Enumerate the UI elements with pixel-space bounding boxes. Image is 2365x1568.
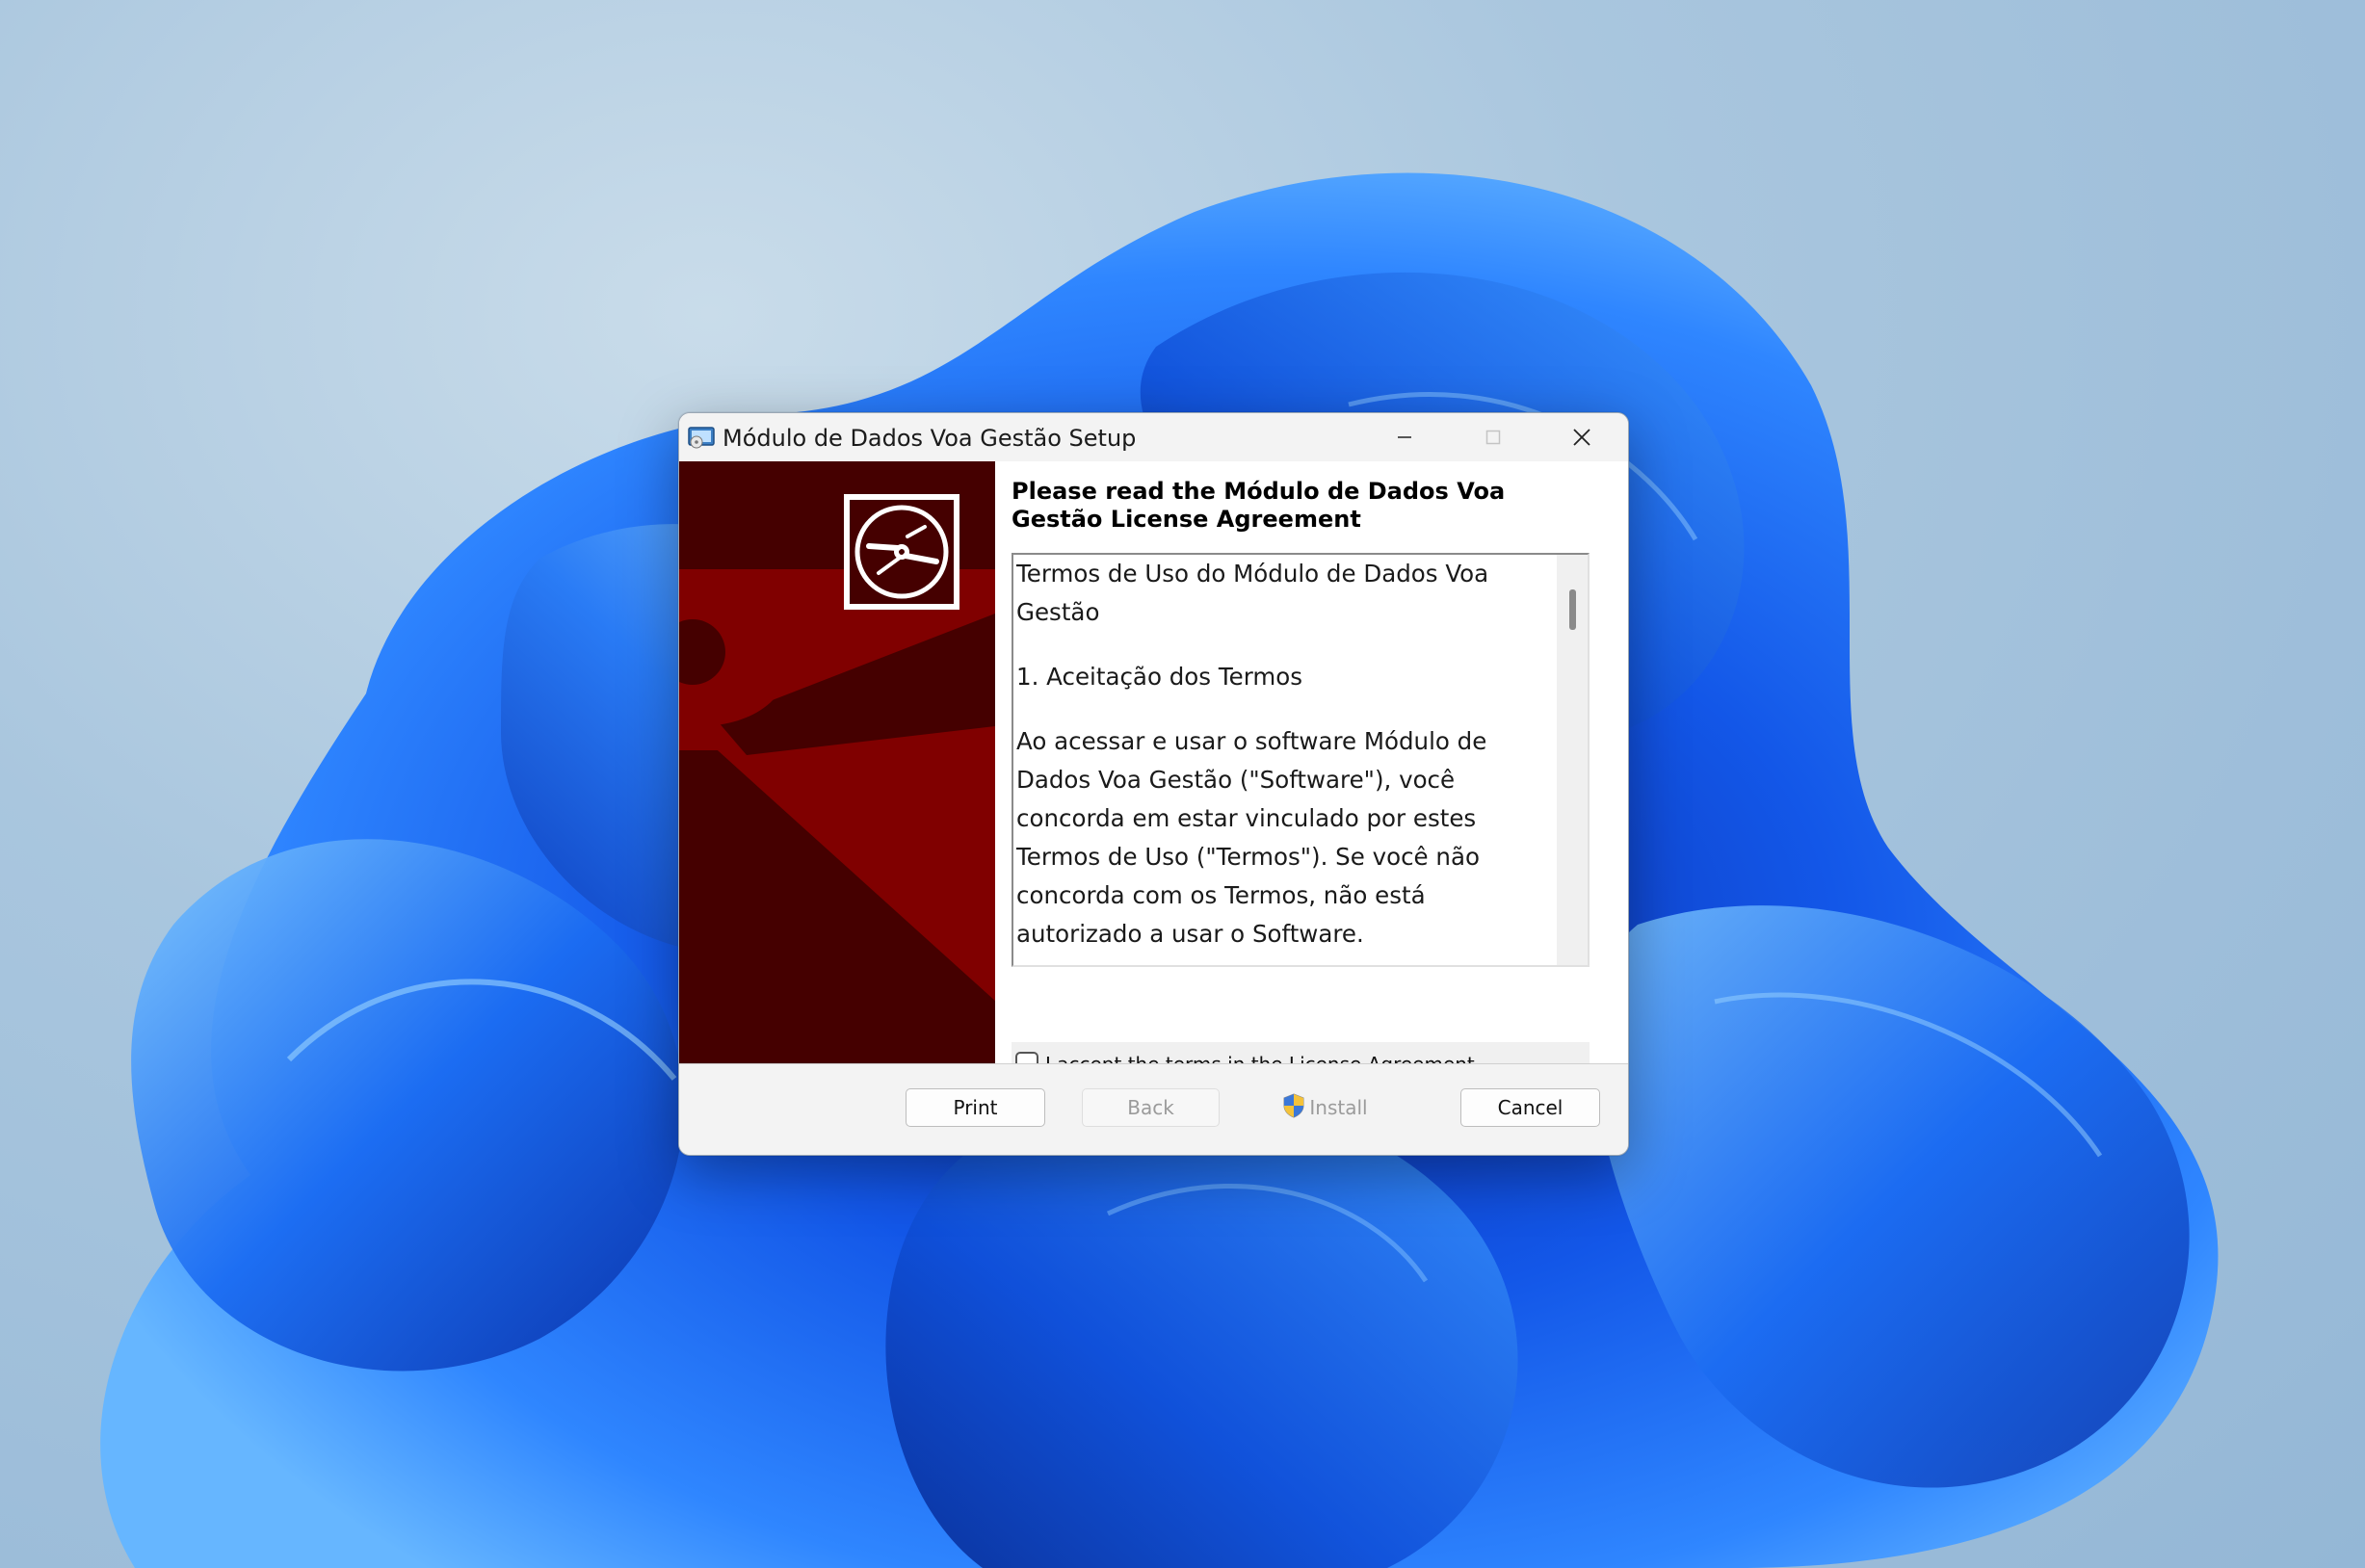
- minimize-icon: [1398, 436, 1411, 438]
- page-heading: Please read the Módulo de Dados Voa Gest…: [1012, 478, 1506, 533]
- setup-banner: [679, 461, 995, 1063]
- scrollbar-thumb[interactable]: [1569, 589, 1576, 630]
- setup-window: Módulo de Dados Voa Gestão Setup Please …: [678, 412, 1629, 1156]
- print-button[interactable]: Print: [906, 1088, 1045, 1127]
- license-paragraph: Ao acessar e usar o software Módulo de D…: [1016, 727, 1487, 948]
- title-bar[interactable]: Módulo de Dados Voa Gestão Setup: [679, 413, 1628, 461]
- license-paragraph: 1. Aceitação dos Termos: [1016, 663, 1302, 691]
- cancel-button[interactable]: Cancel: [1460, 1088, 1600, 1127]
- uac-shield-icon: [1282, 1092, 1305, 1123]
- print-button-label: Print: [953, 1096, 998, 1119]
- window-title: Módulo de Dados Voa Gestão Setup: [723, 425, 1137, 452]
- maximize-button: [1449, 413, 1537, 461]
- cancel-button-label: Cancel: [1497, 1096, 1564, 1119]
- install-button-label: Install: [1309, 1096, 1368, 1119]
- installer-icon: [687, 425, 716, 450]
- vertical-scrollbar[interactable]: [1557, 555, 1588, 965]
- back-button[interactable]: Back: [1082, 1088, 1220, 1127]
- maximize-icon: [1485, 430, 1501, 445]
- button-bar: Print Back Install Cancel: [679, 1064, 1628, 1155]
- dialog-body: Please read the Módulo de Dados Voa Gest…: [679, 461, 1628, 1088]
- disc-icon: [844, 494, 959, 610]
- license-paragraph: Termos de Uso do Módulo de Dados Voa Ges…: [1016, 560, 1489, 626]
- close-button[interactable]: [1537, 413, 1626, 461]
- minimize-button[interactable]: [1360, 413, 1449, 461]
- back-button-label: Back: [1127, 1096, 1174, 1119]
- license-text-box[interactable]: Termos de Uso do Módulo de Dados Voa Ges…: [1012, 553, 1590, 967]
- close-icon: [1573, 429, 1590, 446]
- install-button[interactable]: Install: [1225, 1088, 1425, 1127]
- license-text: Termos de Uso do Módulo de Dados Voa Ges…: [1016, 555, 1554, 965]
